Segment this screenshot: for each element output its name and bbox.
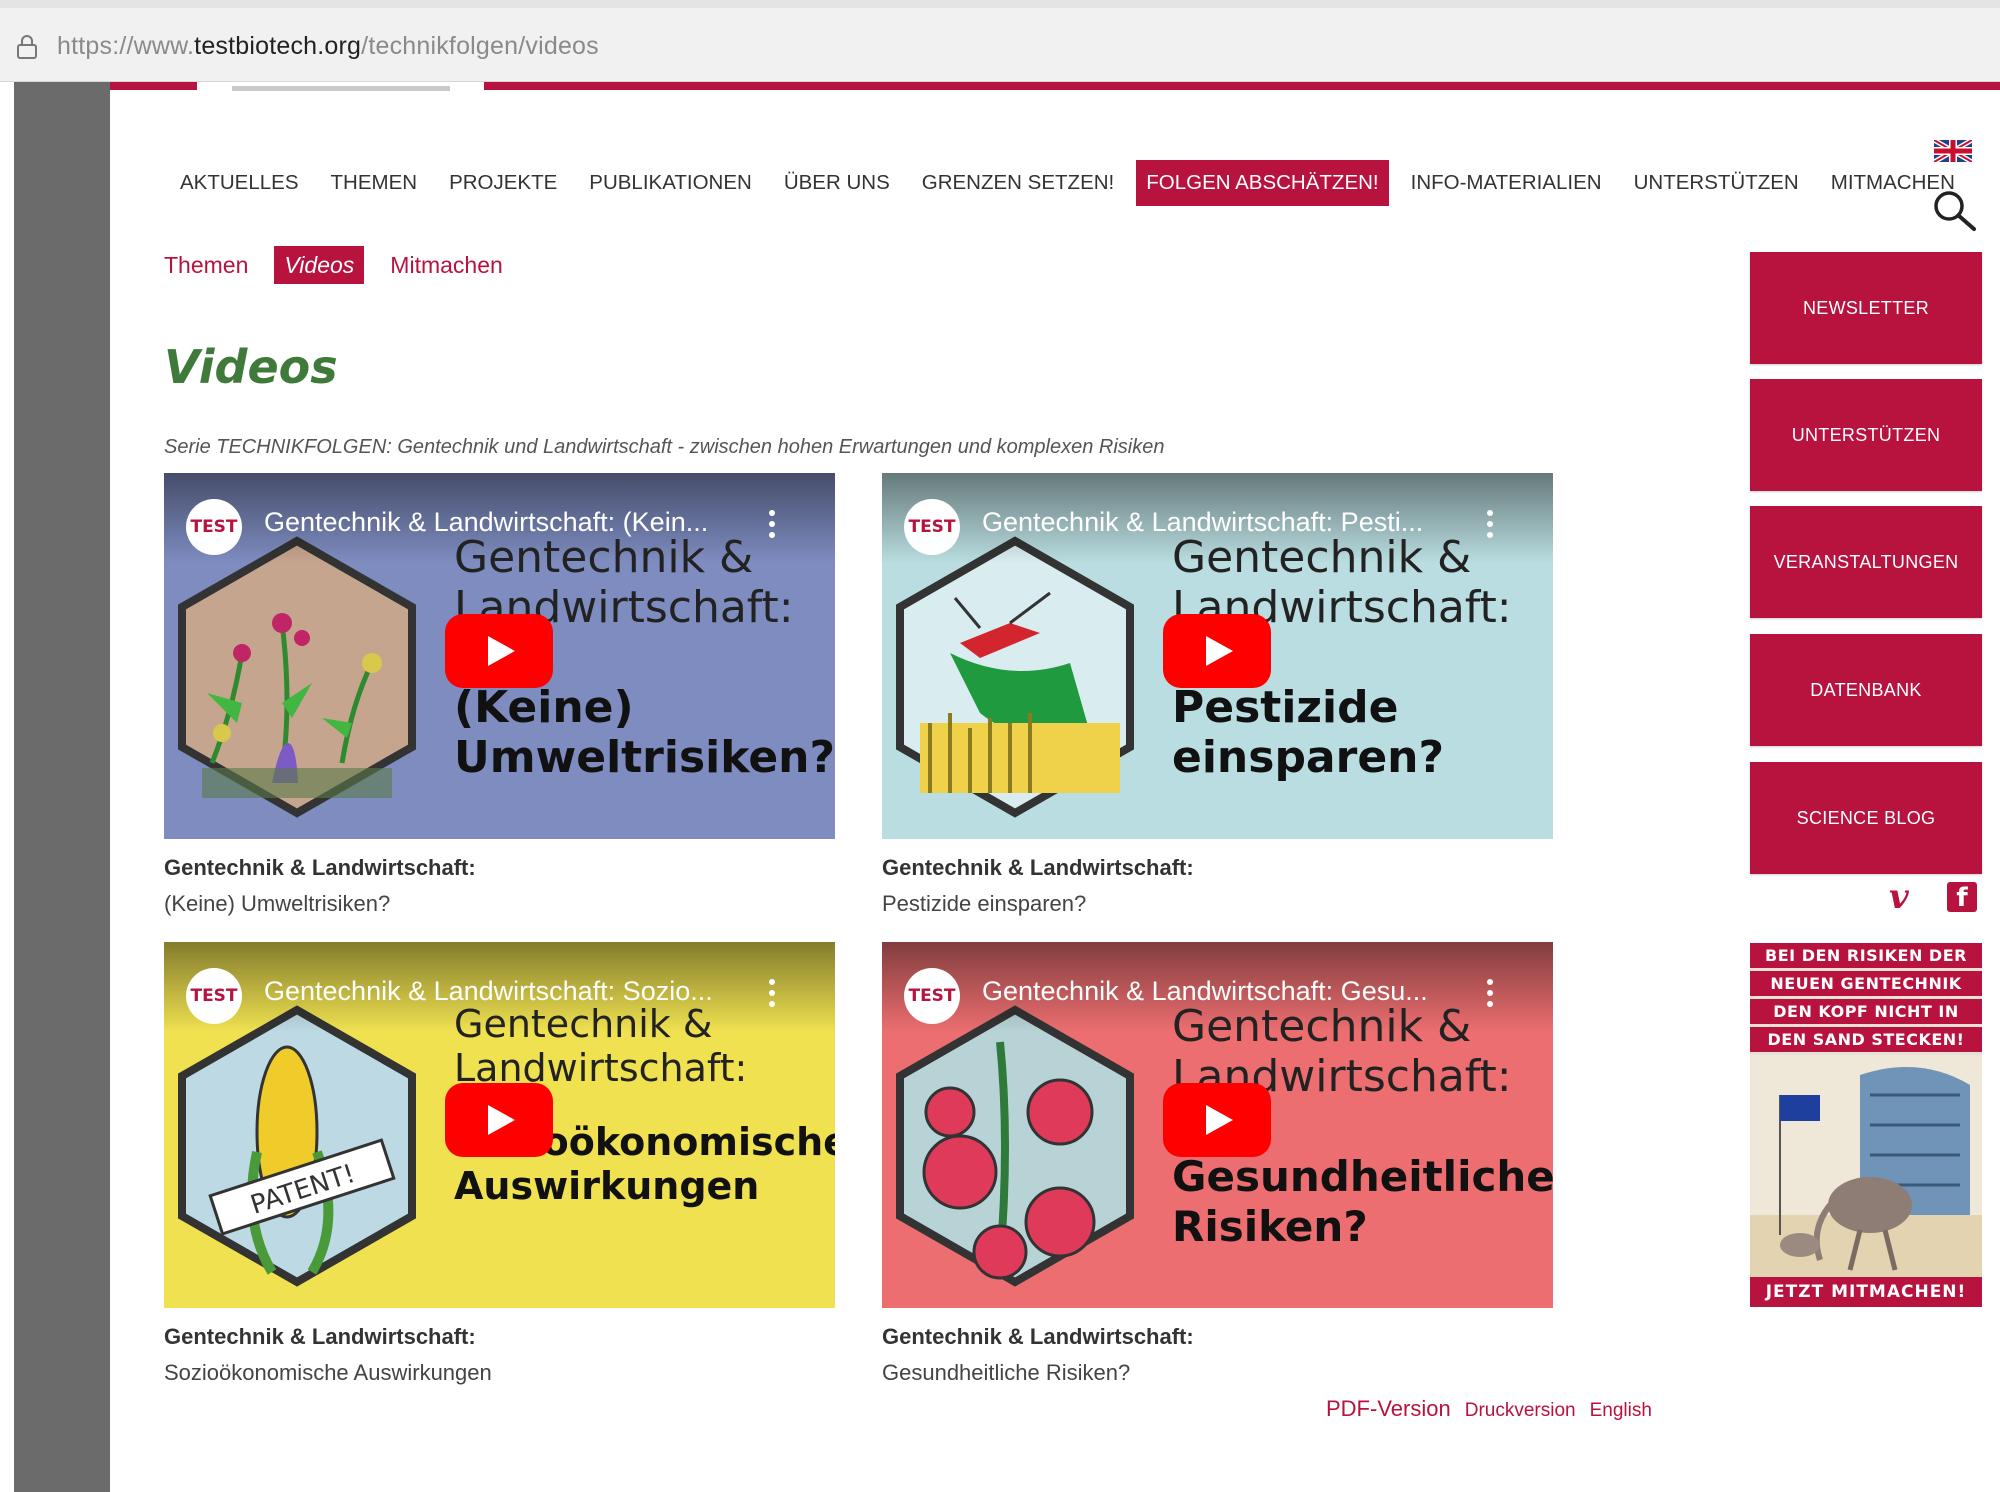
campaign-banner[interactable]: BEI DEN RISIKEN DER NEUEN GENTECHNIK DEN… bbox=[1750, 943, 1982, 1307]
thumbnail-topic: Pestizide einsparen? bbox=[1172, 682, 1445, 783]
banner-line: DEN KOPF NICHT IN bbox=[1750, 999, 1982, 1024]
banner-line: DEN SAND STECKEN! bbox=[1750, 1027, 1982, 1052]
video-player[interactable]: TEST Gentechnik & Landwirtschaft: Gesu..… bbox=[882, 942, 1553, 1308]
video-player[interactable]: TEST Gentechnik & Landwirtschaft: Pesti.… bbox=[882, 473, 1553, 839]
crop-duster-illustration bbox=[896, 536, 1134, 818]
play-button-icon[interactable] bbox=[1163, 1083, 1271, 1157]
patent-corn-illustration: PATENT! bbox=[178, 1005, 416, 1287]
flowers-illustration bbox=[178, 536, 416, 818]
nav-item-unterstuetzen[interactable]: UNTERSTÜTZEN bbox=[1618, 160, 1815, 206]
ostrich-eu-illustration bbox=[1750, 1055, 1982, 1277]
left-gray-gutter bbox=[14, 82, 110, 1492]
tomato-illustration bbox=[896, 1005, 1134, 1287]
channel-logo[interactable]: TEST bbox=[904, 968, 960, 1024]
channel-logo[interactable]: TEST bbox=[186, 968, 242, 1024]
vimeo-icon[interactable]: v bbox=[1889, 880, 1925, 914]
main-navigation: AKTUELLES THEMEN PROJEKTE PUBLIKATIONEN … bbox=[164, 160, 1971, 206]
video-caption: Gentechnik & Landwirtschaft: Gesundheitl… bbox=[882, 1319, 1562, 1391]
nav-item-folgen-abschaetzen[interactable]: FOLGEN ABSCHÄTZEN! bbox=[1136, 160, 1389, 206]
search-icon[interactable] bbox=[1930, 188, 1978, 232]
url-domain: testbiotech.org bbox=[194, 32, 362, 60]
facebook-icon[interactable]: f bbox=[1947, 882, 1977, 913]
top-gray-stripe bbox=[232, 86, 450, 91]
page-title: Videos bbox=[164, 340, 338, 394]
video-player[interactable]: TEST Gentechnik & Landwirtschaft: (Kein.… bbox=[164, 473, 835, 839]
url-prefix: https://www. bbox=[57, 32, 195, 60]
subnav-item-themen[interactable]: Themen bbox=[164, 246, 248, 284]
subnav-item-mitmachen[interactable]: Mitmachen bbox=[390, 246, 502, 284]
nav-item-ueber-uns[interactable]: ÜBER UNS bbox=[768, 160, 906, 206]
url-text[interactable]: https://www.testbiotech.org/technikfolge… bbox=[57, 32, 599, 61]
caption-subtitle: Sozioökonomische Auswirkungen bbox=[164, 1360, 492, 1385]
subnav-item-videos[interactable]: Videos bbox=[274, 246, 365, 284]
left-edge bbox=[0, 82, 14, 1492]
sidebar-button-datenbank[interactable]: DATENBANK bbox=[1750, 634, 1982, 746]
thumbnail-topic: Gesundheitliche Risiken? bbox=[1172, 1152, 1553, 1251]
uk-flag-icon[interactable] bbox=[1934, 140, 1972, 162]
more-options-icon[interactable] bbox=[768, 978, 776, 1008]
banner-line: NEUEN GENTECHNIK bbox=[1750, 971, 1982, 996]
video-caption: Gentechnik & Landwirtschaft: Pestizide e… bbox=[882, 850, 1562, 922]
caption-subtitle: Gesundheitliche Risiken? bbox=[882, 1360, 1131, 1385]
sidebar-button-unterstuetzen[interactable]: UNTERSTÜTZEN bbox=[1750, 379, 1982, 491]
caption-title: Gentechnik & Landwirtschaft: bbox=[164, 1324, 476, 1349]
play-button-icon[interactable] bbox=[445, 1083, 553, 1157]
sidebar-button-science-blog[interactable]: SCIENCE BLOG bbox=[1750, 762, 1982, 874]
caption-title: Gentechnik & Landwirtschaft: bbox=[882, 855, 1194, 880]
play-button-icon[interactable] bbox=[445, 614, 553, 688]
sidebar-button-veranstaltungen[interactable]: VERANSTALTUNGEN bbox=[1750, 506, 1982, 618]
nav-item-projekte[interactable]: PROJEKTE bbox=[433, 160, 573, 206]
channel-logo[interactable]: TEST bbox=[904, 499, 960, 555]
lock-icon bbox=[17, 35, 37, 59]
play-button-icon[interactable] bbox=[1163, 614, 1271, 688]
video-caption: Gentechnik & Landwirtschaft: Sozioökonom… bbox=[164, 1319, 844, 1391]
url-path: /technikfolgen/videos bbox=[361, 32, 599, 60]
sub-navigation: Themen Videos Mitmachen bbox=[164, 246, 529, 284]
thumbnail-headline: Gentechnik & Landwirtschaft: bbox=[454, 1002, 748, 1090]
video-caption: Gentechnik & Landwirtschaft: (Keine) Umw… bbox=[164, 850, 844, 922]
nav-item-aktuelles[interactable]: AKTUELLES bbox=[164, 160, 315, 206]
english-link[interactable]: English bbox=[1590, 1400, 1652, 1422]
page-footer-links: PDF-Version Druckversion English bbox=[1326, 1396, 1666, 1422]
video-player[interactable]: PATENT! TEST Gentechnik & Landwirtschaft… bbox=[164, 942, 835, 1308]
banner-line: BEI DEN RISIKEN DER bbox=[1750, 943, 1982, 968]
nav-item-grenzen-setzen[interactable]: GRENZEN SETZEN! bbox=[906, 160, 1131, 206]
top-red-stripe-right bbox=[484, 82, 2000, 90]
browser-url-bar[interactable]: https://www.testbiotech.org/technikfolge… bbox=[0, 0, 2000, 82]
browser-top-edge bbox=[0, 0, 2000, 8]
print-version-link[interactable]: Druckversion bbox=[1465, 1400, 1576, 1422]
nav-item-themen[interactable]: THEMEN bbox=[315, 160, 434, 206]
top-red-stripe-left bbox=[110, 82, 197, 90]
banner-cta[interactable]: JETZT MITMACHEN! bbox=[1750, 1277, 1982, 1307]
channel-logo[interactable]: TEST bbox=[186, 499, 242, 555]
nav-item-publikationen[interactable]: PUBLIKATIONEN bbox=[573, 160, 768, 206]
caption-subtitle: (Keine) Umweltrisiken? bbox=[164, 891, 391, 916]
thumbnail-topic: (Keine) Umweltrisiken? bbox=[454, 682, 835, 783]
sidebar-button-newsletter[interactable]: NEWSLETTER bbox=[1750, 252, 1982, 364]
caption-title: Gentechnik & Landwirtschaft: bbox=[164, 855, 476, 880]
nav-item-info-materialien[interactable]: INFO-MATERIALIEN bbox=[1395, 160, 1618, 206]
caption-title: Gentechnik & Landwirtschaft: bbox=[882, 1324, 1194, 1349]
caption-subtitle: Pestizide einsparen? bbox=[882, 891, 1087, 916]
series-subtitle: Serie TECHNIKFOLGEN: Gentechnik und Land… bbox=[164, 436, 1165, 458]
pdf-version-link[interactable]: PDF-Version bbox=[1326, 1396, 1451, 1422]
